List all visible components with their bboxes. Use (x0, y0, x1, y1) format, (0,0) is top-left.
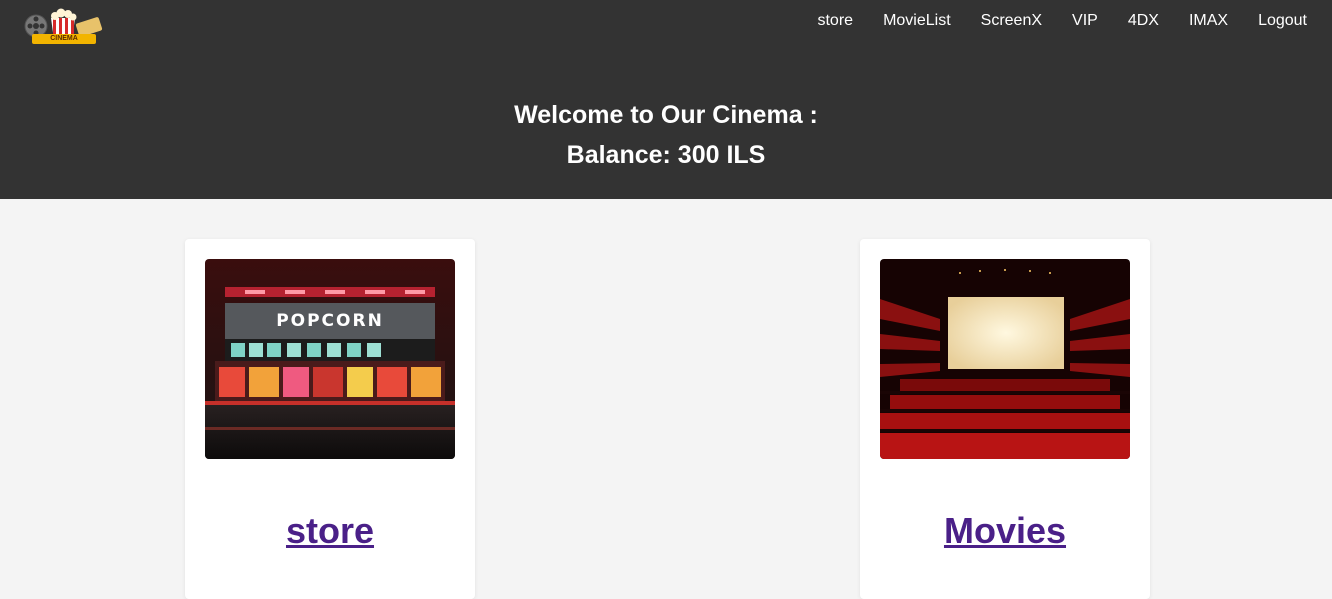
store-card: POPCORN store (185, 239, 475, 599)
nav-store-link[interactable]: store (802, 11, 868, 31)
welcome-text: Welcome to Our Cinema : (514, 101, 818, 129)
main-nav: store MovieList ScreenX VIP 4DX IMAX Log… (802, 11, 1322, 31)
nav-imax-link[interactable]: IMAX (1174, 11, 1243, 31)
top-header: CINEMA store MovieList ScreenX VIP 4DX I… (0, 0, 1332, 199)
popcorn-sign-text: POPCORN (276, 311, 384, 331)
nav-logout-link[interactable]: Logout (1243, 11, 1322, 31)
welcome-heading: Welcome to Our Cinema : Balance: 300 ILS (0, 95, 1332, 175)
nav-4dx-link[interactable]: 4DX (1113, 11, 1174, 31)
cinema-logo-icon[interactable]: CINEMA (22, 4, 104, 48)
nav-screenx-link[interactable]: ScreenX (966, 11, 1057, 31)
popcorn-stand-image[interactable]: POPCORN (205, 259, 455, 459)
logo-badge-text: CINEMA (50, 35, 78, 42)
cinema-hall-image[interactable] (880, 259, 1130, 459)
store-link[interactable]: store (185, 509, 475, 553)
movies-card: Movies (860, 239, 1150, 599)
movies-link[interactable]: Movies (860, 509, 1150, 553)
nav-movielist-link[interactable]: MovieList (868, 11, 966, 31)
nav-vip-link[interactable]: VIP (1057, 11, 1113, 31)
balance-text: Balance: 300 ILS (566, 141, 766, 169)
